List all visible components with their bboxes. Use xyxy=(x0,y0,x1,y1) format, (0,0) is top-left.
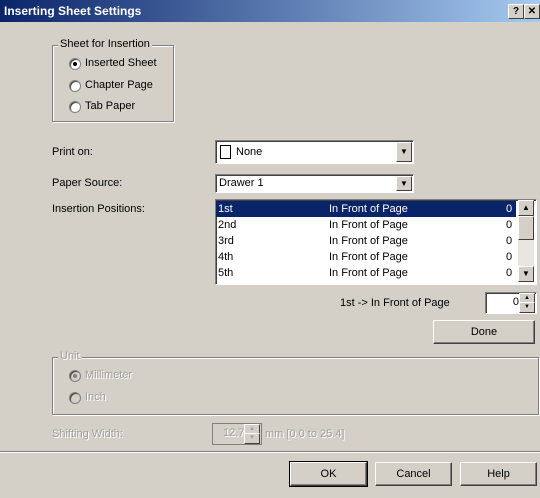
row-value: 0 xyxy=(506,235,513,247)
chevron-down-icon[interactable]: ▼ xyxy=(396,142,412,162)
list-item[interactable]: 1st In Front of Page 0 xyxy=(216,201,516,217)
footer-separator xyxy=(0,451,540,453)
row-number: 4th xyxy=(218,251,234,263)
chevron-down-icon[interactable]: ▼ xyxy=(396,176,412,191)
row-number: 1st xyxy=(218,203,233,215)
row-position: In Front of Page xyxy=(329,203,408,215)
row-position: In Front of Page xyxy=(329,235,408,247)
row-position: In Front of Page xyxy=(329,219,408,231)
help-button[interactable]: Help xyxy=(460,462,537,486)
tab-paper-label[interactable]: Tab Paper xyxy=(85,100,135,112)
shifting-width-label: Shifting Width: xyxy=(52,428,123,440)
inch-label[interactable]: Inch xyxy=(85,391,106,403)
scroll-up-icon[interactable]: ▲ xyxy=(518,200,534,216)
row-number: 5th xyxy=(218,267,234,279)
millimeter-label[interactable]: Millimeter xyxy=(85,369,132,381)
ok-button[interactable]: OK xyxy=(289,461,368,487)
row-value: 0 xyxy=(506,203,513,215)
sheet-group-label: Sheet for Insertion xyxy=(58,38,152,50)
row-position: In Front of Page xyxy=(329,267,408,279)
print-on-select[interactable]: None ▼ xyxy=(215,140,414,164)
row-position: In Front of Page xyxy=(329,251,408,263)
list-item[interactable]: 4th In Front of Page 0 xyxy=(216,249,516,265)
position-stepper[interactable]: 0 ▲ ▼ xyxy=(485,292,537,314)
inch-radio[interactable] xyxy=(69,392,81,404)
scroll-down-icon[interactable]: ▼ xyxy=(518,266,534,282)
shifting-width-value: 12.7 xyxy=(223,427,245,439)
millimeter-radio[interactable] xyxy=(69,370,81,382)
inserted-sheet-radio[interactable] xyxy=(69,58,81,70)
insertion-positions-list[interactable]: 1st In Front of Page 0 2nd In Front of P… xyxy=(215,199,537,285)
tab-paper-radio[interactable] xyxy=(69,101,81,113)
unit-group-label: Unit xyxy=(58,350,82,362)
window-title: Inserting Sheet Settings xyxy=(4,4,142,18)
paper-source-label: Paper Source: xyxy=(52,177,123,189)
unit-group xyxy=(52,357,539,415)
chapter-page-radio[interactable] xyxy=(69,80,81,92)
paper-source-select[interactable]: Drawer 1 ▼ xyxy=(215,174,414,193)
done-button[interactable]: Done xyxy=(433,320,535,344)
stepper-down-icon[interactable]: ▼ xyxy=(244,433,260,444)
shifting-width-stepper[interactable]: 12.7 ▲ ▼ xyxy=(212,423,262,445)
row-number: 3rd xyxy=(218,235,234,247)
help-icon[interactable]: ? xyxy=(508,4,524,19)
row-value: 0 xyxy=(506,251,513,263)
cancel-button[interactable]: Cancel xyxy=(375,462,452,486)
inserted-sheet-label[interactable]: Inserted Sheet xyxy=(85,57,157,69)
list-item[interactable]: 3rd In Front of Page 0 xyxy=(216,233,516,249)
print-on-label: Print on: xyxy=(52,146,93,158)
page-icon xyxy=(220,145,231,159)
row-number: 2nd xyxy=(218,219,237,231)
paper-source-value: Drawer 1 xyxy=(219,177,264,189)
close-icon[interactable]: ✕ xyxy=(524,4,540,19)
insertion-positions-label: Insertion Positions: xyxy=(52,203,145,215)
scrollbar[interactable]: ▲ ▼ xyxy=(518,200,534,282)
chapter-page-label[interactable]: Chapter Page xyxy=(85,79,153,91)
list-item[interactable]: 2nd In Front of Page 0 xyxy=(216,217,516,233)
shifting-width-range: mm [0.0 to 25.4] xyxy=(265,428,345,440)
scroll-thumb[interactable] xyxy=(518,216,534,240)
row-value: 0 xyxy=(506,219,513,231)
position-summary: 1st -> In Front of Page xyxy=(340,297,450,309)
print-on-value: None xyxy=(236,146,263,158)
stepper-down-icon[interactable]: ▼ xyxy=(519,302,535,313)
list-item[interactable]: 5th In Front of Page 0 xyxy=(216,265,516,281)
row-value: 0 xyxy=(506,267,513,279)
